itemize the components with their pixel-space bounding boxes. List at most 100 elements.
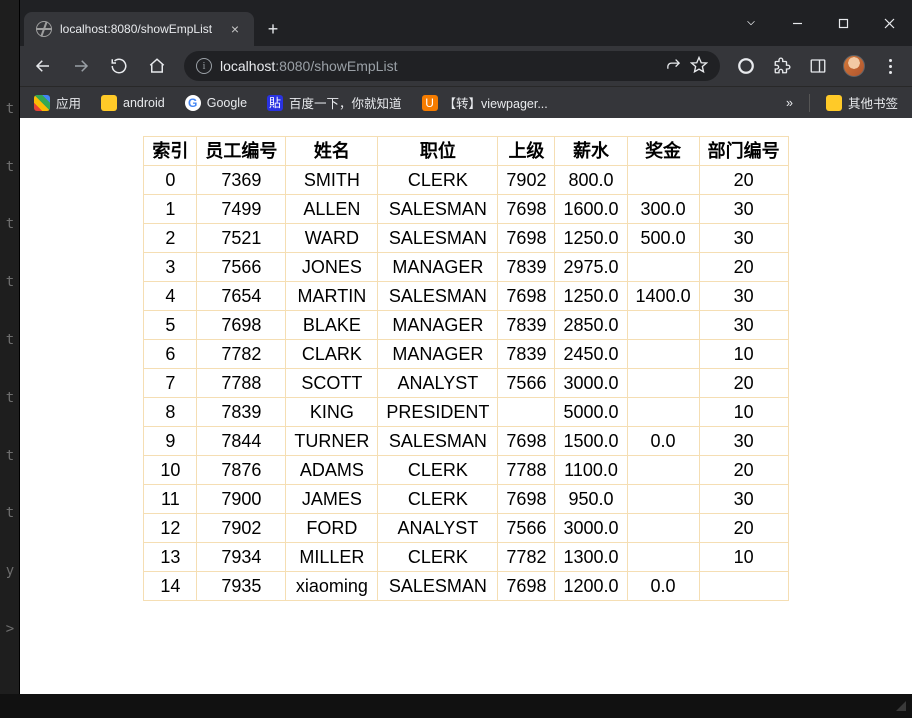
- table-row: 107876ADAMSCLERK77881100.020: [144, 456, 788, 485]
- back-button[interactable]: [26, 51, 60, 81]
- table-cell: 6: [144, 340, 197, 369]
- table-cell: SALESMAN: [378, 282, 498, 311]
- gutter-char: t: [6, 216, 14, 232]
- table-cell: [498, 398, 555, 427]
- close-icon[interactable]: ×: [226, 21, 244, 37]
- table-cell: 10: [699, 543, 788, 572]
- table-cell: 7698: [498, 427, 555, 456]
- editor-gutter: tttttttty>: [0, 0, 20, 718]
- table-cell: 1: [144, 195, 197, 224]
- site-info-icon[interactable]: i: [196, 58, 212, 74]
- menu-button[interactable]: [874, 51, 906, 81]
- table-row: 27521WARDSALESMAN76981250.0500.030: [144, 224, 788, 253]
- address-bar[interactable]: i localhost:8080/showEmpList: [184, 51, 720, 81]
- table-cell: 2850.0: [555, 311, 627, 340]
- star-icon[interactable]: [690, 56, 708, 77]
- table-cell: 800.0: [555, 166, 627, 195]
- avatar-icon: [843, 55, 865, 77]
- bookmark-label: Google: [207, 96, 247, 110]
- table-cell: 7900: [197, 485, 286, 514]
- page-viewport[interactable]: 索引员工编号姓名职位上级薪水奖金部门编号 07369SMITHCLERK7902…: [20, 118, 912, 718]
- table-row: 57698BLAKEMANAGER78392850.030: [144, 311, 788, 340]
- bookmarks-overflow[interactable]: »: [778, 96, 801, 110]
- minimize-button[interactable]: [774, 7, 820, 39]
- table-cell: 2: [144, 224, 197, 253]
- table-cell: 7566: [498, 514, 555, 543]
- table-cell: 7369: [197, 166, 286, 195]
- table-cell: [627, 166, 699, 195]
- table-cell: 7788: [498, 456, 555, 485]
- bookmark-item[interactable]: android: [93, 91, 173, 115]
- apps-shortcut[interactable]: 应用: [26, 89, 89, 116]
- table-cell: 1250.0: [555, 282, 627, 311]
- share-icon[interactable]: [665, 56, 682, 76]
- table-cell: 1100.0: [555, 456, 627, 485]
- table-cell: MANAGER: [378, 253, 498, 282]
- url-text: localhost:8080/showEmpList: [220, 58, 657, 74]
- table-cell: CLERK: [378, 456, 498, 485]
- bookmark-item[interactable]: GGoogle: [177, 91, 255, 115]
- table-cell: CLERK: [378, 543, 498, 572]
- gutter-char: t: [6, 505, 14, 521]
- gutter-char: t: [6, 274, 14, 290]
- bookmark-item[interactable]: 貼百度一下，你就知道: [259, 89, 410, 116]
- table-row: 67782CLARKMANAGER78392450.010: [144, 340, 788, 369]
- other-bookmarks-label: 其他书签: [848, 93, 898, 112]
- table-cell: 1600.0: [555, 195, 627, 224]
- bookmark-item[interactable]: U【转】viewpager...: [414, 89, 556, 116]
- tab-strip: localhost:8080/showEmpList × +: [20, 0, 728, 46]
- maximize-button[interactable]: [820, 7, 866, 39]
- tab-search-button[interactable]: [728, 7, 774, 39]
- table-row: 137934MILLERCLERK77821300.010: [144, 543, 788, 572]
- gutter-char: t: [6, 159, 14, 175]
- table-cell: ADAMS: [286, 456, 378, 485]
- table-cell: 7839: [498, 340, 555, 369]
- stop-icon[interactable]: [730, 51, 762, 81]
- table-cell: 7935: [197, 572, 286, 601]
- kebab-icon: [889, 59, 892, 74]
- column-header: 薪水: [555, 137, 627, 166]
- side-panel-icon[interactable]: [802, 51, 834, 81]
- table-cell: JAMES: [286, 485, 378, 514]
- table-cell: 7839: [498, 253, 555, 282]
- table-cell: SALESMAN: [378, 572, 498, 601]
- table-row: 07369SMITHCLERK7902800.020: [144, 166, 788, 195]
- table-cell: CLERK: [378, 485, 498, 514]
- home-button[interactable]: [140, 51, 174, 81]
- table-row: 87839KINGPRESIDENT5000.010: [144, 398, 788, 427]
- table-cell: ANALYST: [378, 369, 498, 398]
- other-bookmarks[interactable]: 其他书签: [818, 89, 906, 116]
- table-cell: 3000.0: [555, 514, 627, 543]
- extensions-icon[interactable]: [766, 51, 798, 81]
- table-cell: 7934: [197, 543, 286, 572]
- table-cell: 7698: [197, 311, 286, 340]
- table-cell: 20: [699, 369, 788, 398]
- reload-button[interactable]: [102, 51, 136, 81]
- table-cell: 1250.0: [555, 224, 627, 253]
- new-tab-button[interactable]: +: [258, 19, 288, 40]
- table-cell: 4: [144, 282, 197, 311]
- browser-tab[interactable]: localhost:8080/showEmpList ×: [24, 12, 254, 46]
- table-header-row: 索引员工编号姓名职位上级薪水奖金部门编号: [144, 137, 788, 166]
- table-cell: [627, 398, 699, 427]
- table-cell: 7902: [498, 166, 555, 195]
- profile-avatar[interactable]: [838, 51, 870, 81]
- table-cell: 7902: [197, 514, 286, 543]
- table-cell: 7782: [498, 543, 555, 572]
- table-cell: JONES: [286, 253, 378, 282]
- table-cell: 9: [144, 427, 197, 456]
- table-cell: ALLEN: [286, 195, 378, 224]
- separator: [809, 94, 810, 112]
- close-window-button[interactable]: [866, 7, 912, 39]
- column-header: 奖金: [627, 137, 699, 166]
- table-cell: 30: [699, 282, 788, 311]
- table-row: 117900JAMESCLERK7698950.030: [144, 485, 788, 514]
- table-cell: 7521: [197, 224, 286, 253]
- table-cell: SALESMAN: [378, 427, 498, 456]
- table-row: 17499ALLENSALESMAN76981600.0300.030: [144, 195, 788, 224]
- table-cell: 14: [144, 572, 197, 601]
- table-cell: [627, 514, 699, 543]
- forward-button[interactable]: [64, 51, 98, 81]
- column-header: 索引: [144, 137, 197, 166]
- table-cell: 7698: [498, 224, 555, 253]
